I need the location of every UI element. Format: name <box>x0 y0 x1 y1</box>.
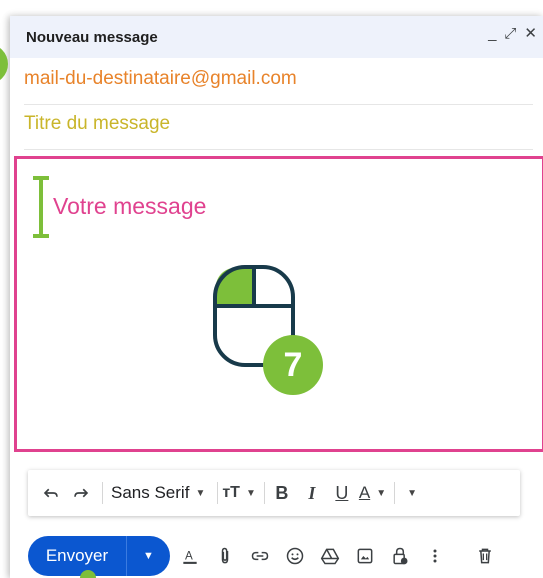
confidential-lock-icon <box>393 547 408 564</box>
redo-button[interactable] <box>68 478 94 508</box>
more-formatting-button[interactable]: ▼ <box>399 478 425 508</box>
subject-field[interactable]: Titre du message <box>24 113 170 135</box>
underline-button[interactable]: U <box>329 478 355 508</box>
send-button-group: Envoyer ▼ <box>28 535 170 578</box>
underline-label: U <box>335 482 349 503</box>
svg-text:A: A <box>185 549 193 562</box>
text-format-button[interactable]: A <box>175 541 205 571</box>
close-icon[interactable]: ✕ <box>524 26 537 42</box>
insert-photo-button[interactable] <box>350 541 380 571</box>
drive-icon <box>320 548 340 564</box>
subject-divider <box>24 149 533 150</box>
emoji-icon <box>286 547 304 564</box>
send-options-button[interactable]: ▼ <box>127 550 170 562</box>
attach-button[interactable] <box>210 541 240 571</box>
insert-link-button[interactable] <box>245 541 275 571</box>
more-options-icon <box>433 549 437 562</box>
font-size-button[interactable]: тT ▼ <box>222 478 256 508</box>
undo-button[interactable] <box>38 478 64 508</box>
message-placeholder: Votre message <box>53 193 207 219</box>
bold-button[interactable]: B <box>269 478 295 508</box>
toolbar-divider <box>394 482 396 504</box>
caret-down-icon: ▼ <box>407 487 418 499</box>
delete-icon <box>479 548 491 563</box>
font-family-select[interactable]: Sans Serif ▼ <box>107 478 209 508</box>
link-icon <box>251 551 269 560</box>
font-size-icon: тT <box>222 484 240 501</box>
text-cursor-icon <box>33 176 49 238</box>
window-controls: _ ⤢ ✕ <box>488 26 537 42</box>
compose-window: Nouveau message _ ⤢ ✕ mail-du-destinatai… <box>10 16 543 578</box>
step-dot <box>80 569 96 578</box>
message-body[interactable]: Votre message 7 <box>14 156 543 452</box>
caret-down-icon: ▼ <box>245 487 256 499</box>
image-icon <box>357 548 373 563</box>
step-dot-left <box>0 44 8 84</box>
italic-label: I <box>308 482 316 503</box>
confidential-mode-button[interactable] <box>385 541 415 571</box>
redo-icon <box>74 488 89 498</box>
recipient-field[interactable]: mail-du-destinataire@gmail.com <box>24 68 297 90</box>
send-button[interactable]: Envoyer <box>28 546 126 566</box>
toolbar-divider <box>102 482 103 504</box>
expand-icon[interactable]: ⤢ <box>504 26 516 42</box>
undo-icon <box>43 488 58 498</box>
font-family-value: Sans Serif <box>111 483 190 502</box>
compose-actions-bar: Envoyer ▼ A <box>28 533 543 578</box>
caret-down-icon: ▼ <box>195 487 206 499</box>
caret-down-icon: ▼ <box>376 487 387 499</box>
attach-icon <box>221 547 229 563</box>
text-format-icon: A <box>183 549 197 564</box>
recipient-divider <box>24 104 533 105</box>
minimize-icon[interactable]: _ <box>488 26 496 42</box>
compose-titlebar[interactable]: Nouveau message _ ⤢ ✕ <box>10 16 543 58</box>
bold-label: B <box>275 482 289 503</box>
emoji-button[interactable] <box>280 541 310 571</box>
discard-draft-button[interactable] <box>470 541 500 571</box>
text-color-button[interactable]: A ▼ <box>359 478 386 508</box>
more-options-button[interactable] <box>420 541 450 571</box>
text-color-label: A <box>358 483 371 502</box>
toolbar-divider <box>263 482 265 504</box>
italic-button[interactable]: I <box>299 478 325 508</box>
toolbar-divider <box>217 482 219 504</box>
formatting-toolbar: Sans Serif ▼ тT ▼ B I U A ▼ ▼ <box>28 470 520 516</box>
compose-title: Nouveau message <box>26 28 158 46</box>
drive-button[interactable] <box>315 541 345 571</box>
step-number-badge: 7 <box>263 335 323 395</box>
caret-down-icon: ▼ <box>143 549 154 562</box>
